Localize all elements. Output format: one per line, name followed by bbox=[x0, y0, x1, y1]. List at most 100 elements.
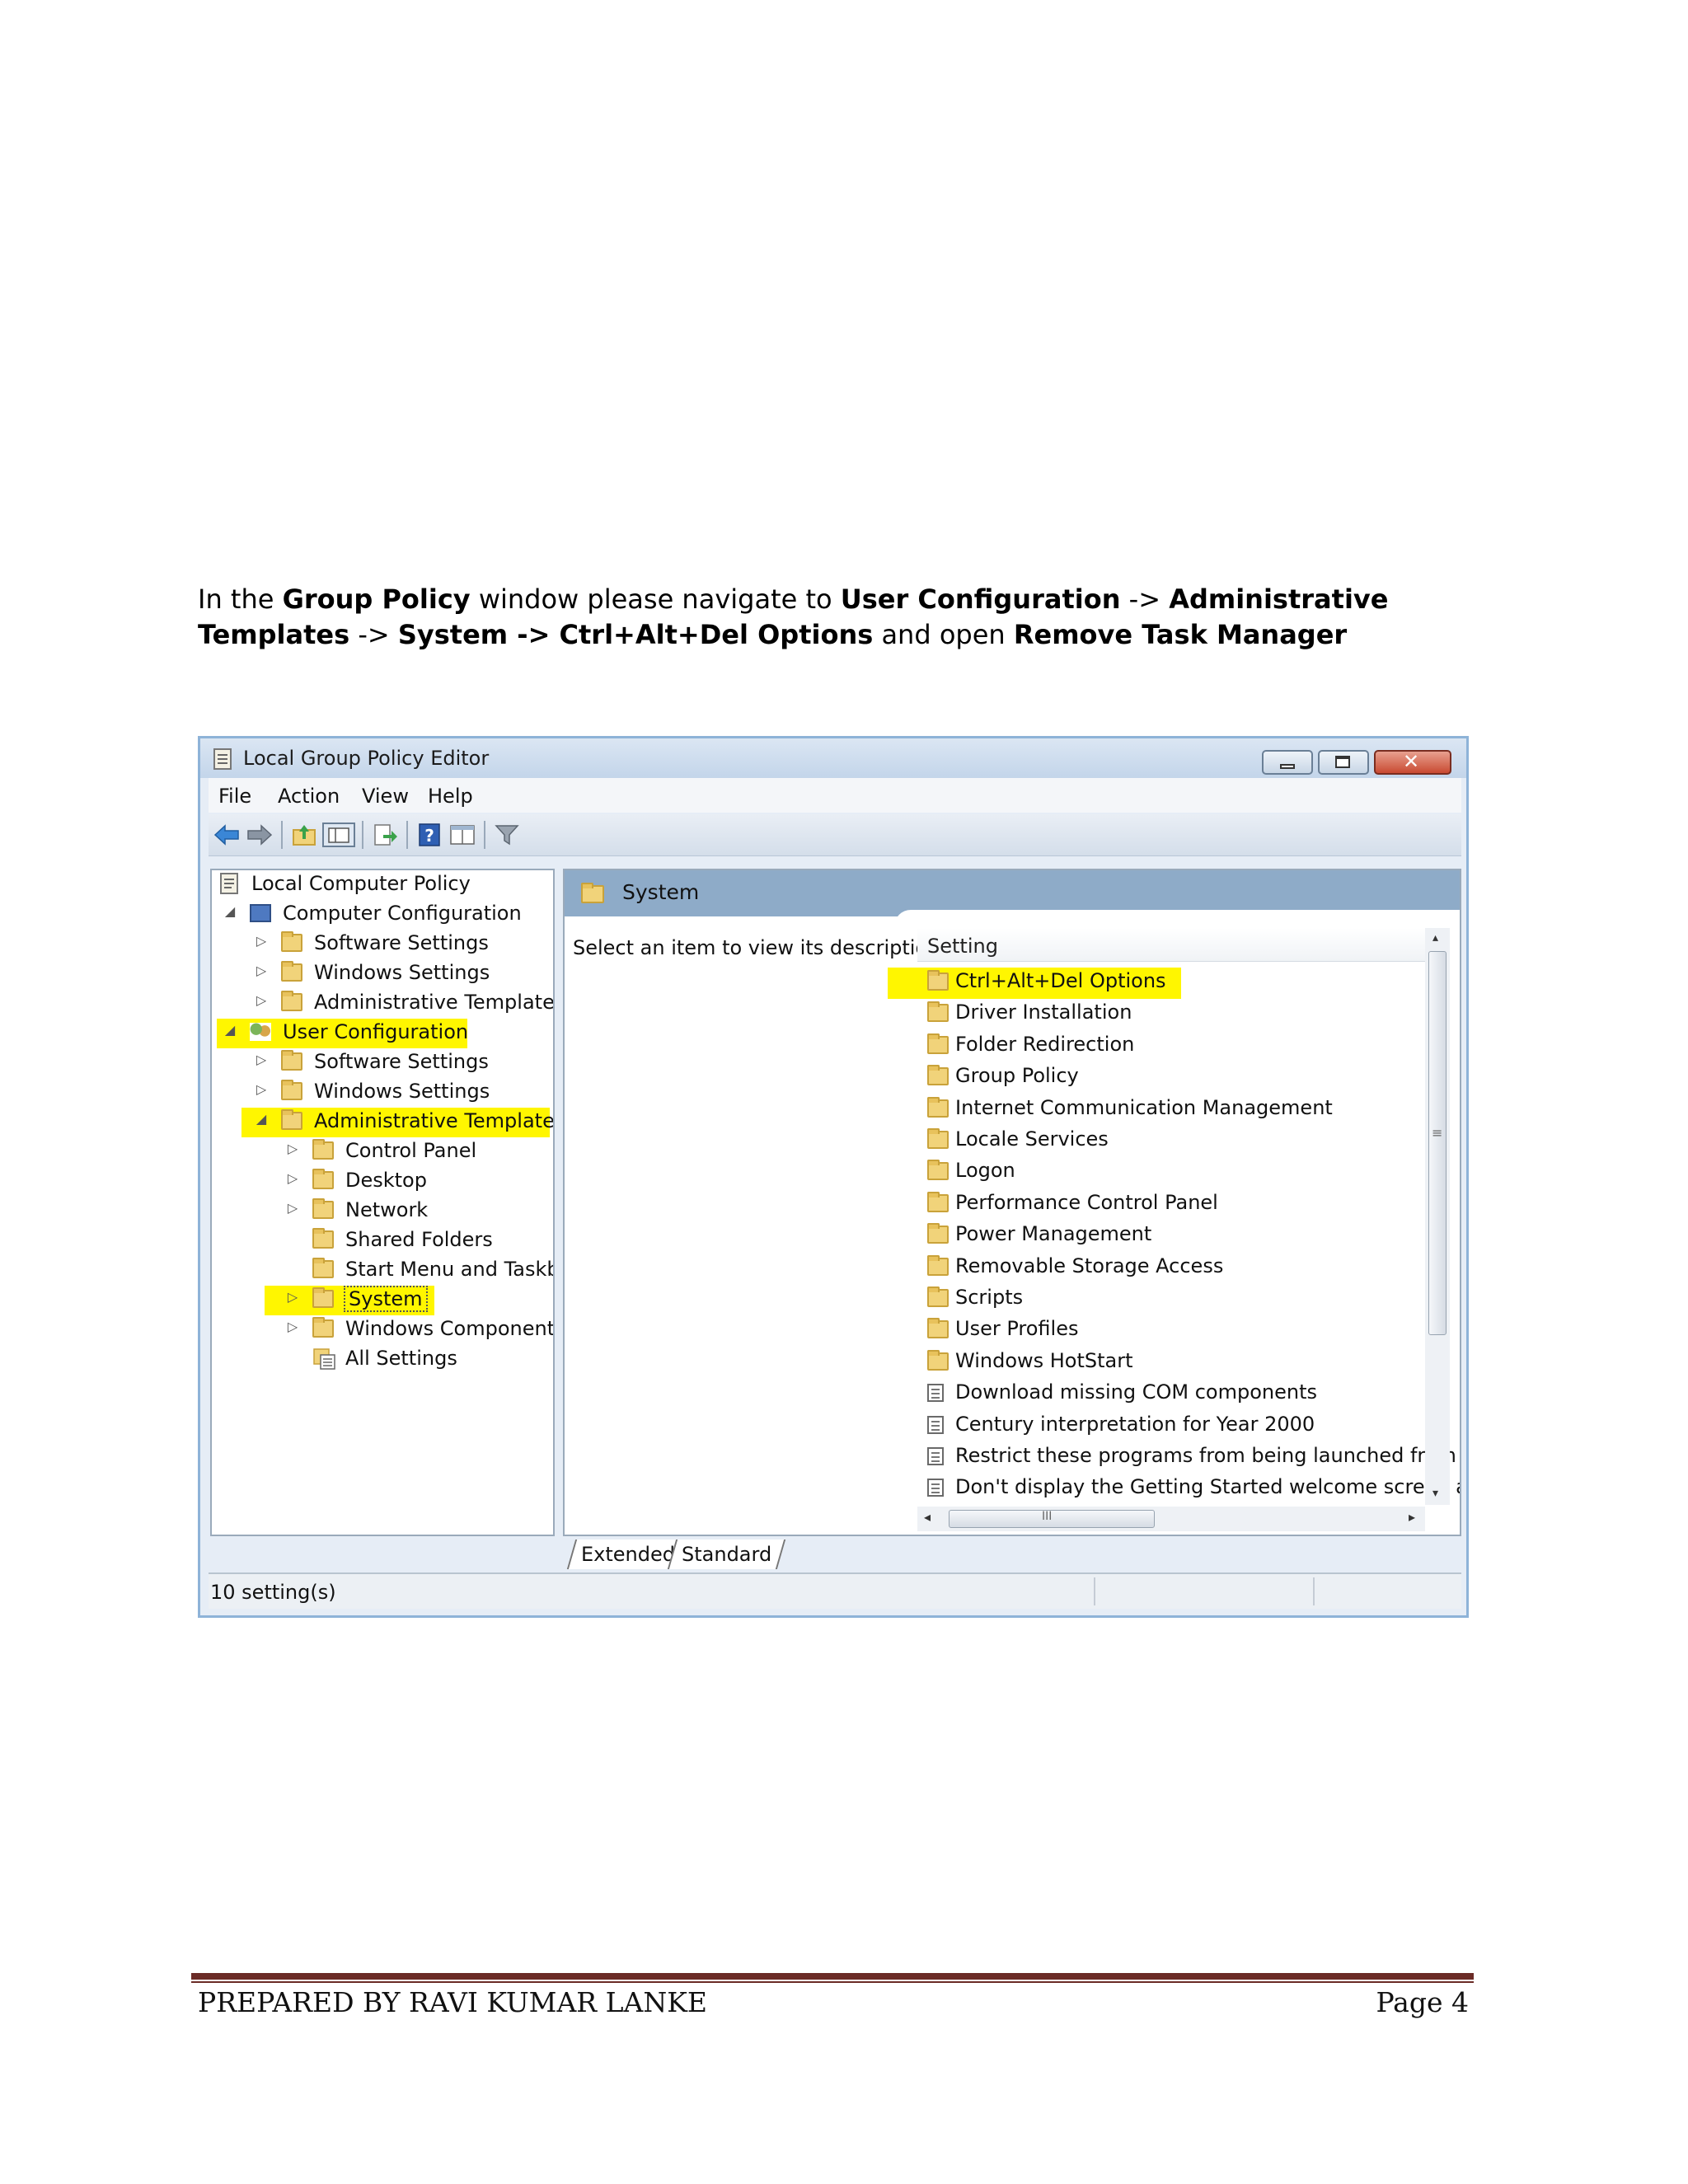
up-folder-icon[interactable] bbox=[291, 823, 317, 847]
window-title: Local Group Policy Editor bbox=[243, 747, 490, 770]
status-divider bbox=[1313, 1577, 1315, 1605]
setting-label: Don't display the Getting Started welcom… bbox=[955, 1475, 1461, 1499]
tree-item-administrative-templates[interactable]: ◢ Administrative Templates bbox=[241, 1108, 553, 1137]
toolbar-separator bbox=[484, 821, 485, 849]
folder-icon bbox=[281, 1080, 302, 1100]
tab-standard[interactable]: Standard bbox=[667, 1540, 786, 1569]
expand-arrow-icon[interactable]: ▷ bbox=[255, 933, 268, 949]
setting-label: Scripts bbox=[955, 1286, 1024, 1309]
collapse-arrow-icon[interactable]: ◢ bbox=[223, 903, 237, 919]
collapse-arrow-icon[interactable]: ◢ bbox=[255, 1111, 268, 1127]
footer-rule bbox=[191, 1973, 1474, 1980]
folder-icon bbox=[927, 1001, 949, 1023]
forward-icon[interactable] bbox=[246, 823, 273, 847]
tree-item-network[interactable]: ▷ Network bbox=[212, 1197, 542, 1226]
maximize-button[interactable] bbox=[1318, 750, 1369, 775]
filter-icon[interactable] bbox=[494, 823, 520, 847]
scroll-left-icon[interactable]: ◂ bbox=[924, 1509, 931, 1525]
folder-icon bbox=[312, 1198, 334, 1219]
tab-label: Standard bbox=[682, 1543, 772, 1566]
column-header-label: Setting bbox=[927, 935, 998, 958]
tree-item-label: System bbox=[344, 1286, 428, 1312]
folder-icon bbox=[927, 1191, 949, 1212]
expand-arrow-icon[interactable]: ▷ bbox=[255, 963, 268, 978]
export-list-icon[interactable] bbox=[372, 823, 398, 847]
help-icon[interactable]: ? bbox=[416, 823, 443, 847]
instruction-text: -> bbox=[1120, 583, 1170, 615]
header-curve bbox=[894, 910, 1460, 926]
settings-horizontal-scrollbar[interactable]: ◂ ▸ bbox=[917, 1507, 1425, 1531]
column-header-setting[interactable]: Setting bbox=[917, 928, 1425, 962]
scroll-thumb[interactable] bbox=[1428, 951, 1447, 1335]
tree-item-windows-settings[interactable]: ▷ Windows Settings bbox=[212, 1078, 542, 1108]
folder-icon bbox=[927, 1160, 949, 1181]
folder-icon bbox=[927, 1254, 949, 1276]
instruction-text: -> bbox=[349, 619, 398, 650]
setting-icon bbox=[927, 1479, 944, 1497]
setting-label: Power Management bbox=[955, 1222, 1152, 1246]
expand-arrow-icon[interactable]: ▷ bbox=[286, 1319, 299, 1334]
status-text: 10 setting(s) bbox=[210, 1581, 336, 1604]
tree-item-label: Administrative Templates bbox=[314, 1109, 555, 1132]
tree-item-software-settings[interactable]: ▷ Software Settings bbox=[212, 1048, 542, 1078]
tree-item-software-settings[interactable]: ▷ Software Settings bbox=[212, 930, 542, 959]
folder-icon bbox=[312, 1287, 334, 1308]
folder-icon bbox=[281, 1109, 302, 1130]
tree-item-control-panel[interactable]: ▷ Control Panel bbox=[212, 1137, 542, 1167]
svg-text:?: ? bbox=[424, 826, 434, 846]
toolbar-separator bbox=[281, 821, 283, 849]
view-tabs: Extended Standard bbox=[563, 1540, 1461, 1572]
show-hide-tree-icon[interactable] bbox=[322, 823, 355, 847]
setting-row[interactable]: Ctrl+Alt+Del Options bbox=[888, 968, 1181, 999]
folder-icon bbox=[927, 1349, 949, 1371]
tree-item-label: Software Settings bbox=[314, 1050, 489, 1073]
expand-arrow-icon[interactable]: ▷ bbox=[286, 1200, 299, 1216]
scroll-down-icon[interactable]: ▾ bbox=[1432, 1487, 1438, 1500]
menu-action[interactable]: Action bbox=[278, 785, 340, 808]
instruction-paragraph: In the Group Policy window please naviga… bbox=[198, 582, 1500, 653]
menu-file[interactable]: File bbox=[218, 785, 251, 808]
expand-arrow-icon[interactable]: ▷ bbox=[255, 1052, 268, 1067]
folder-icon bbox=[927, 1286, 949, 1307]
expand-arrow-icon[interactable]: ▷ bbox=[255, 1081, 268, 1097]
settings-vertical-scrollbar[interactable]: ▴ ▾ bbox=[1425, 928, 1450, 1505]
tree-item-label: Shared Folders bbox=[345, 1228, 493, 1251]
tree-item-administrative-templates[interactable]: ▷ Administrative Templates bbox=[212, 989, 553, 1019]
setting-label: Folder Redirection bbox=[955, 1032, 1135, 1056]
expand-arrow-icon[interactable]: ▷ bbox=[286, 1141, 299, 1156]
minimize-button[interactable] bbox=[1262, 750, 1313, 775]
scroll-up-icon[interactable]: ▴ bbox=[1432, 931, 1438, 944]
menu-view[interactable]: View bbox=[362, 785, 409, 808]
back-icon[interactable] bbox=[213, 823, 240, 847]
folder-icon bbox=[927, 970, 949, 991]
collapse-arrow-icon[interactable]: ◢ bbox=[223, 1022, 237, 1038]
folder-icon bbox=[281, 1050, 302, 1071]
tree-item-system[interactable]: ▷ System bbox=[265, 1286, 434, 1315]
tree-item-all-settings[interactable]: All Settings bbox=[212, 1345, 542, 1375]
title-bar[interactable]: Local Group Policy Editor bbox=[200, 738, 1466, 778]
tree-item-windows-settings[interactable]: ▷ Windows Settings bbox=[212, 959, 542, 989]
expand-arrow-icon[interactable]: ▷ bbox=[255, 992, 268, 1008]
menu-help[interactable]: Help bbox=[428, 785, 473, 808]
expand-arrow-icon[interactable]: ▷ bbox=[286, 1170, 299, 1186]
expand-arrow-icon[interactable]: ▷ bbox=[286, 1289, 299, 1305]
setting-label: Removable Storage Access bbox=[955, 1254, 1224, 1277]
tree-item-user-configuration[interactable]: ◢ User Configuration bbox=[217, 1019, 468, 1048]
tree-item-desktop[interactable]: ▷ Desktop bbox=[212, 1167, 542, 1197]
tree-item-label: Administrative Templates bbox=[314, 991, 555, 1014]
tree-item-label: Control Panel bbox=[345, 1139, 477, 1162]
tree-item-windows-components[interactable]: ▷ Windows Components bbox=[212, 1315, 553, 1345]
scroll-thumb[interactable] bbox=[949, 1510, 1155, 1528]
tree-item-label: All Settings bbox=[345, 1347, 457, 1370]
setting-label: Performance Control Panel bbox=[955, 1190, 1218, 1214]
setting-label: Ctrl+Alt+Del Options bbox=[955, 969, 1166, 992]
tree-item-start-menu-and-taskbar[interactable]: Start Menu and Taskbar bbox=[212, 1256, 553, 1286]
properties-icon[interactable] bbox=[449, 823, 476, 847]
folder-icon bbox=[312, 1169, 334, 1189]
tree-item-local-computer-policy[interactable]: Local Computer Policy bbox=[212, 870, 525, 900]
close-button[interactable] bbox=[1374, 750, 1451, 775]
tree-item-computer-configuration[interactable]: ◢ Computer Configuration bbox=[212, 900, 542, 930]
tab-label: Extended bbox=[581, 1543, 675, 1566]
tree-item-shared-folders[interactable]: Shared Folders bbox=[212, 1226, 542, 1256]
scroll-right-icon[interactable]: ▸ bbox=[1409, 1509, 1415, 1525]
